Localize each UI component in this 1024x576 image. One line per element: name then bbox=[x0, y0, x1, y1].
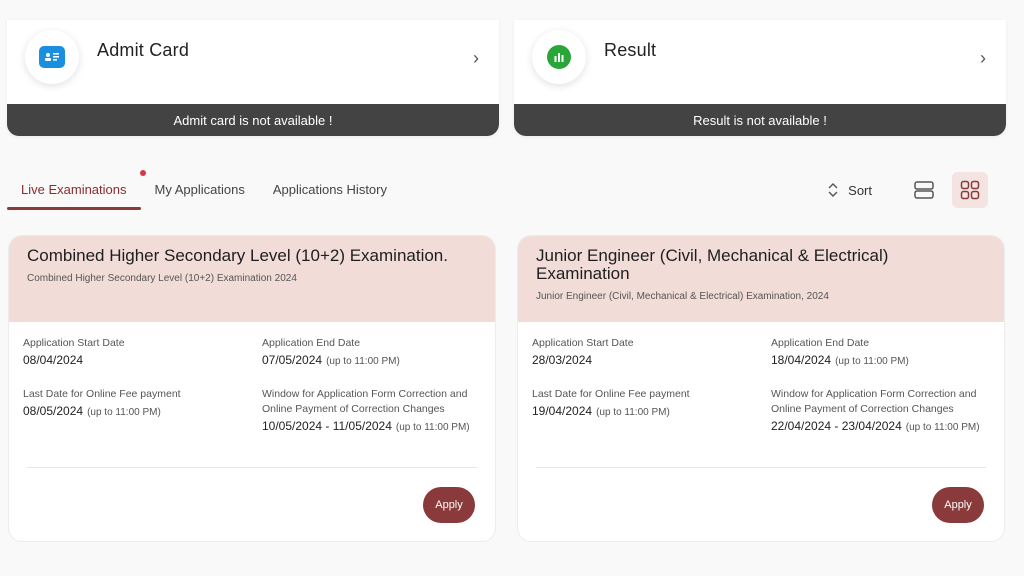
sort-icon bbox=[828, 183, 838, 197]
field-label: Application End Date bbox=[262, 337, 361, 349]
exam-card: Junior Engineer (Civil, Mechanical & Ele… bbox=[517, 235, 1005, 542]
exam-title: Combined Higher Secondary Level (10+2) E… bbox=[27, 246, 448, 265]
application-end-field: Application End Date 18/04/2024 (up to 11… bbox=[771, 336, 909, 367]
view-tools: Sort bbox=[828, 172, 988, 208]
list-view-button[interactable] bbox=[906, 172, 942, 208]
chevron-right-icon[interactable]: › bbox=[473, 48, 479, 69]
tab-my-applications[interactable]: My Applications bbox=[141, 170, 259, 210]
field-label: Application Start Date bbox=[532, 337, 634, 349]
field-label: Window for Application Form Correction a… bbox=[262, 388, 468, 415]
field-value: 08/05/2024 (up to 11:00 PM) bbox=[23, 404, 181, 418]
fee-payment-field: Last Date for Online Fee payment 19/04/2… bbox=[532, 387, 690, 418]
exam-subtitle: Junior Engineer (Civil, Mechanical & Ele… bbox=[536, 291, 829, 302]
exam-card: Combined Higher Secondary Level (10+2) E… bbox=[8, 235, 496, 542]
time-note: (up to 11:00 PM) bbox=[905, 422, 980, 433]
admit-card-panel[interactable]: Admit Card › Admit card is not available… bbox=[7, 20, 499, 136]
id-card-icon bbox=[39, 46, 65, 68]
exam-title: Junior Engineer (Civil, Mechanical & Ele… bbox=[536, 246, 889, 283]
exam-card-header: Combined Higher Secondary Level (10+2) E… bbox=[9, 236, 495, 322]
field-value: 08/04/2024 bbox=[23, 353, 84, 367]
result-panel[interactable]: Result › Result is not available ! bbox=[514, 20, 1006, 136]
result-title: Result bbox=[604, 40, 657, 60]
bar-chart-icon bbox=[547, 45, 571, 69]
field-value: 19/04/2024 (up to 11:00 PM) bbox=[532, 404, 690, 418]
chevron-right-icon[interactable]: › bbox=[980, 48, 986, 69]
exam-card-header: Junior Engineer (Civil, Mechanical & Ele… bbox=[518, 236, 1004, 322]
tab-applications-history[interactable]: Applications History bbox=[259, 170, 401, 210]
application-end-field: Application End Date 07/05/2024 (up to 11… bbox=[262, 336, 400, 367]
exam-subtitle: Combined Higher Secondary Level (10+2) E… bbox=[27, 273, 297, 284]
fee-date: 08/05/2024 bbox=[23, 404, 84, 418]
time-note: (up to 11:00 PM) bbox=[326, 356, 400, 367]
admit-card-title: Admit Card bbox=[97, 40, 190, 60]
application-start-field: Application Start Date 08/04/2024 bbox=[23, 336, 125, 367]
apply-button[interactable]: Apply bbox=[932, 487, 984, 523]
time-note: (up to 11:00 PM) bbox=[596, 407, 670, 418]
result-icon-badge bbox=[532, 30, 586, 84]
window-dates: 10/05/2024 - 11/05/2024 bbox=[262, 419, 392, 433]
time-note: (up to 11:00 PM) bbox=[87, 407, 161, 418]
field-label: Window for Application Form Correction a… bbox=[771, 388, 977, 415]
application-start-field: Application Start Date 28/03/2024 bbox=[532, 336, 634, 367]
field-label: Last Date for Online Fee payment bbox=[532, 388, 690, 400]
admit-card-status-message: Admit card is not available ! bbox=[7, 104, 499, 136]
exam-tabs: Live Examinations My Applications Applic… bbox=[7, 170, 401, 210]
field-label: Last Date for Online Fee payment bbox=[23, 388, 181, 400]
field-value: 10/05/2024 - 11/05/2024 (up to 11:00 PM) bbox=[262, 419, 488, 433]
field-value: 18/04/2024 (up to 11:00 PM) bbox=[771, 353, 909, 367]
fee-date: 19/04/2024 bbox=[532, 404, 593, 418]
divider bbox=[27, 467, 477, 468]
field-label: Application Start Date bbox=[23, 337, 125, 349]
divider bbox=[536, 467, 986, 468]
window-dates: 22/04/2024 - 23/04/2024 bbox=[771, 419, 902, 433]
end-date: 18/04/2024 bbox=[771, 353, 832, 367]
field-value: 22/04/2024 - 23/04/2024 (up to 11:00 PM) bbox=[771, 419, 997, 433]
correction-window-field: Window for Application Form Correction a… bbox=[771, 387, 997, 433]
result-status-message: Result is not available ! bbox=[514, 104, 1006, 136]
tab-live-examinations[interactable]: Live Examinations bbox=[7, 170, 141, 210]
sort-label: Sort bbox=[848, 182, 872, 198]
fee-payment-field: Last Date for Online Fee payment 08/05/2… bbox=[23, 387, 181, 418]
field-label: Application End Date bbox=[771, 337, 870, 349]
apply-button[interactable]: Apply bbox=[423, 487, 475, 523]
exam-details: Application Start Date 28/03/2024 Applic… bbox=[518, 322, 1004, 472]
exam-details: Application Start Date 08/04/2024 Applic… bbox=[9, 322, 495, 472]
time-note: (up to 11:00 PM) bbox=[395, 422, 470, 433]
grid-view-icon bbox=[960, 180, 980, 200]
end-date: 07/05/2024 bbox=[262, 353, 323, 367]
time-note: (up to 11:00 PM) bbox=[835, 356, 909, 367]
field-value: 07/05/2024 (up to 11:00 PM) bbox=[262, 353, 400, 367]
correction-window-field: Window for Application Form Correction a… bbox=[262, 387, 488, 433]
sort-button[interactable]: Sort bbox=[828, 182, 872, 198]
admit-card-icon-badge bbox=[25, 30, 79, 84]
field-value: 28/03/2024 bbox=[532, 353, 593, 367]
notification-dot bbox=[140, 170, 146, 176]
list-view-icon bbox=[914, 181, 934, 199]
grid-view-button[interactable] bbox=[952, 172, 988, 208]
